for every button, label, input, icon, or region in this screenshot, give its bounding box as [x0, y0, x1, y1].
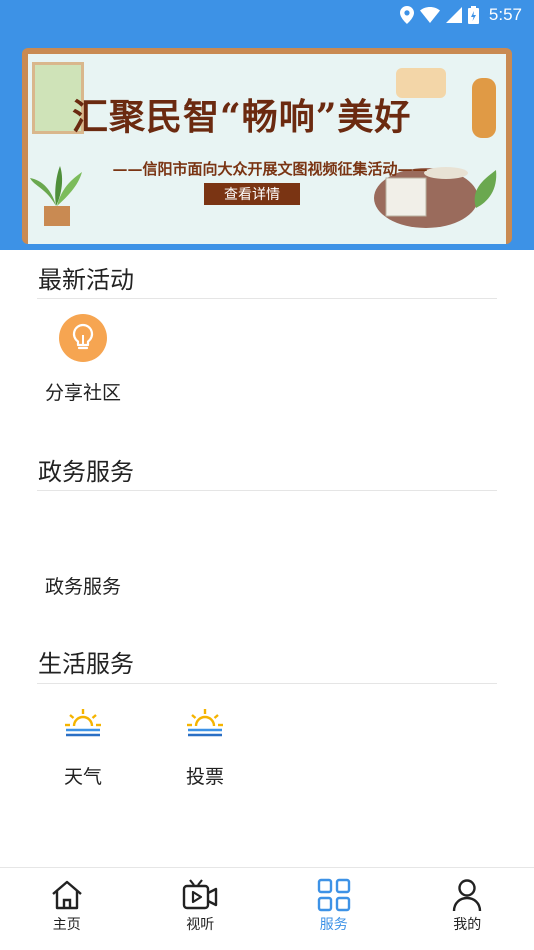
video-icon [183, 879, 218, 910]
teapot-table-illustration [374, 68, 497, 228]
home-icon [51, 880, 82, 910]
plant-illustration [30, 166, 82, 226]
divider [37, 490, 497, 491]
person-icon [453, 879, 482, 912]
view-details-button[interactable]: 查看详情 [204, 183, 300, 205]
tile-weather[interactable]: 天气 [50, 706, 116, 789]
tile-label: 天气 [63, 766, 102, 788]
tile-share-community[interactable]: 分享社区 [40, 314, 126, 405]
nav-item-home[interactable]: 主页 [0, 868, 134, 950]
nav-label: 主页 [52, 917, 81, 933]
lightbulb-icon [59, 314, 107, 362]
banner-title: 汇聚民智“畅响”美好 [72, 96, 412, 138]
sunrise-icon [65, 709, 101, 737]
nav-label: 视听 [186, 917, 215, 933]
section-title-government: 政务服务 [38, 458, 134, 486]
section-title-life: 生活服务 [38, 650, 134, 678]
divider [37, 298, 497, 299]
sunrise-icon [187, 709, 223, 737]
status-bar: 5:57 [0, 0, 534, 30]
tile-label: 投票 [185, 766, 224, 788]
grid-icon [317, 878, 350, 912]
signal-icon [445, 7, 462, 23]
location-icon [399, 6, 414, 24]
tile-label: 政务服务 [44, 576, 121, 598]
wifi-icon [419, 7, 440, 23]
banner-subtitle: ——信阳市面向大众开展文图视频征集活动—— [112, 160, 428, 178]
tile-label: 分享社区 [44, 382, 121, 404]
tile-vote[interactable]: 投票 [172, 706, 238, 789]
tile-government-service[interactable]: 政务服务 [40, 566, 126, 599]
activity-banner[interactable]: 汇聚民智“畅响”美好 ——信阳市面向大众开展文图视频征集活动—— 查看详情 [22, 48, 512, 244]
nav-item-me[interactable]: 我的 [401, 868, 534, 950]
nav-item-services[interactable]: 服务 [267, 868, 401, 950]
section-title-latest: 最新活动 [38, 266, 134, 294]
status-time: 5:57 [488, 5, 522, 24]
bottom-navigation: 主页 视听 服务 我的 [0, 867, 534, 950]
nav-label: 我的 [453, 917, 482, 933]
nav-item-media[interactable]: 视听 [134, 868, 268, 950]
divider [37, 683, 497, 684]
nav-label: 服务 [319, 917, 348, 933]
battery-icon [467, 6, 479, 24]
